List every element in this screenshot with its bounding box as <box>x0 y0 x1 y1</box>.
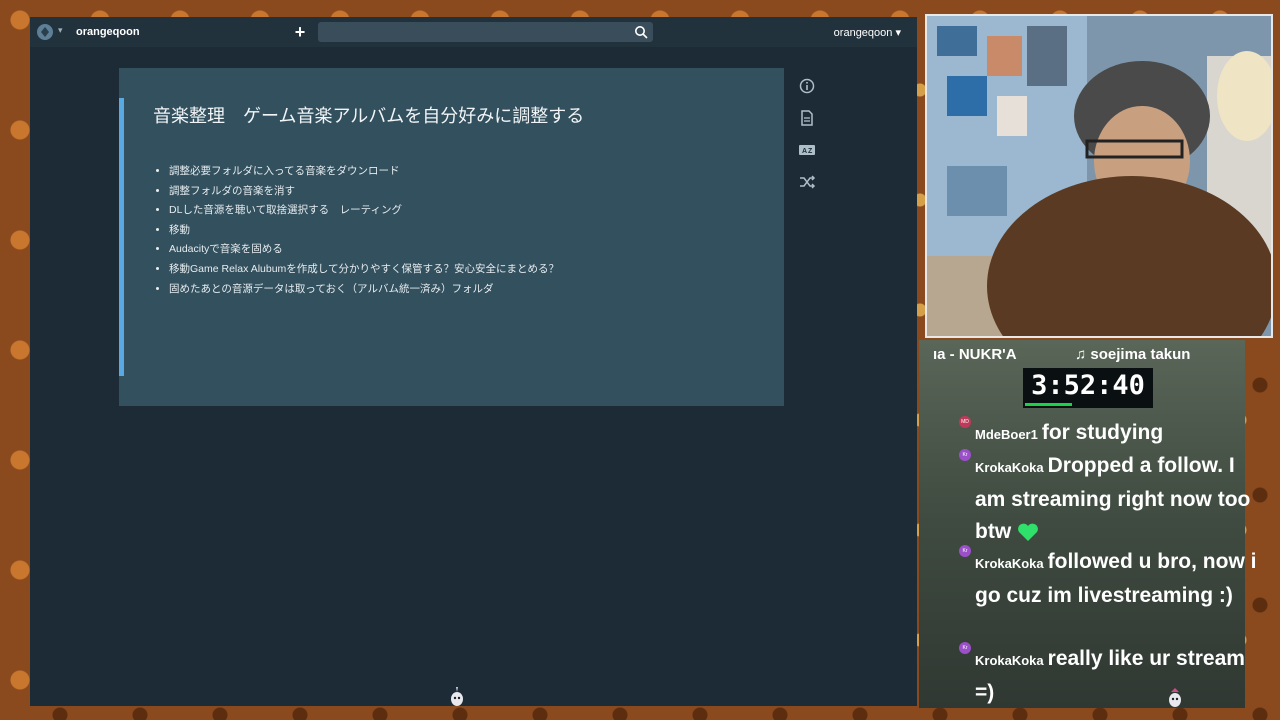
webcam-image <box>927 16 1271 336</box>
user-badge-icon: MD <box>959 416 971 428</box>
green-heart-icon <box>1018 524 1038 542</box>
user-badge-icon: Kr <box>959 642 971 654</box>
search-icon[interactable] <box>634 25 648 39</box>
shuffle-icon[interactable] <box>798 173 816 191</box>
chat-username: KrokaKoka <box>975 556 1044 571</box>
chat-message: KrokaKoka Dropped a follow. I am streamin… <box>975 450 1260 548</box>
stream-overlay: ıa - NUKR'A ♫ soejima takun 3:52:40 MD M… <box>919 0 1280 720</box>
list-item: 調整必要フォルダに入ってる音楽をダウンロード <box>169 162 559 182</box>
mascot-sprite-icon <box>1169 688 1181 707</box>
now-playing-title: ıa - NUKR'A <box>933 346 1017 363</box>
translate-icon[interactable]: A Z <box>798 141 816 159</box>
chat-message: KrokaKoka really like ur stream =) <box>975 643 1260 709</box>
stream-timer: 3:52:40 <box>1023 368 1153 408</box>
list-item: 固めたあとの音源データは取っておく（アルバム統一済み）フォルダ <box>169 280 559 300</box>
note-accent-bar <box>119 98 124 376</box>
user-badge-icon: Kr <box>959 449 971 461</box>
chat-text: for studying <box>1041 421 1164 444</box>
timer-progress-bar <box>1025 403 1072 406</box>
list-item: Audacityで音楽を固める <box>169 240 559 260</box>
app-logo-icon[interactable] <box>36 23 54 41</box>
list-item: DLした音源を聴いて取捨選択する レーティング <box>169 201 559 221</box>
chat-message: MdeBoer1 for studying <box>975 417 1260 451</box>
chat-username: KrokaKoka <box>975 653 1044 668</box>
workspace-name[interactable]: orangeqoon <box>76 26 140 38</box>
notes-app-window: ▾ orangeqoon + orangeqoon ▾ 音楽整理 ゲーム音楽アル… <box>30 17 917 706</box>
user-badge-icon: Kr <box>959 545 971 557</box>
timer-value: 3:52:40 <box>1031 370 1145 401</box>
list-item: 調整フォルダの音楽を消す <box>169 182 559 202</box>
chat-panel: ıa - NUKR'A ♫ soejima takun 3:52:40 MD M… <box>919 340 1256 708</box>
svg-text:Z: Z <box>808 148 813 155</box>
note-card[interactable]: 音楽整理 ゲーム音楽アルバムを自分好みに調整する 調整必要フォルダに入ってる音楽… <box>119 68 784 406</box>
chat-message: KrokaKoka followed u bro, now i go cuz im… <box>975 546 1260 612</box>
list-item: 移動 <box>169 221 559 241</box>
document-icon[interactable] <box>798 109 816 127</box>
chat-username: MdeBoer1 <box>975 427 1038 442</box>
top-bar: ▾ orangeqoon + orangeqoon ▾ <box>30 17 917 47</box>
chevron-down-icon: ▾ <box>895 27 901 39</box>
svg-text:A: A <box>802 148 807 155</box>
note-list: 調整必要フォルダに入ってる音楽をダウンロード 調整フォルダの音楽を消す DLした… <box>153 162 559 299</box>
chat-username: KrokaKoka <box>975 460 1044 475</box>
user-menu-label: orangeqoon <box>833 27 893 39</box>
info-icon[interactable] <box>798 77 816 95</box>
note-title: 音楽整理 ゲーム音楽アルバムを自分好みに調整する <box>153 106 585 126</box>
search-input[interactable] <box>318 22 653 42</box>
user-menu[interactable]: orangeqoon ▾ <box>834 26 901 39</box>
add-note-button[interactable]: + <box>292 22 308 42</box>
webcam-feed <box>925 14 1273 338</box>
logo-dropdown-chevron-icon[interactable]: ▾ <box>58 25 63 36</box>
list-item: 移動Game Relax Alubumを作成して分かりやすく保管する？安心安全に… <box>169 260 559 280</box>
mascot-sprite-icon <box>451 687 463 706</box>
now-playing-artist: ♫ soejima takun <box>1075 346 1191 363</box>
